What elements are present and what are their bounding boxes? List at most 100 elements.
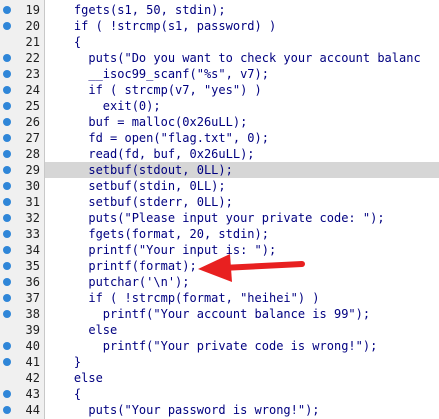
code-text[interactable]: setbuf(stderr, 0LL); [45, 194, 439, 210]
line-number: 41 [25, 355, 40, 369]
breakpoint-dot-icon[interactable] [3, 118, 11, 126]
line-number: 28 [25, 147, 40, 161]
code-text[interactable]: read(fd, buf, 0x26uLL); [45, 146, 439, 162]
code-text[interactable]: printf("Your private code is wrong!"); [45, 338, 439, 354]
line-number: 44 [25, 403, 40, 417]
breakpoint-dot-icon[interactable] [3, 294, 11, 302]
code-text[interactable]: puts("Do you want to check your account … [45, 50, 439, 66]
breakpoint-dot-icon[interactable] [3, 86, 11, 94]
line-number: 40 [25, 339, 40, 353]
code-line[interactable]: 43 { [0, 386, 439, 402]
breakpoint-dot-icon[interactable] [3, 342, 11, 350]
code-line[interactable]: 28 read(fd, buf, 0x26uLL); [0, 146, 439, 162]
code-text[interactable]: if ( !strcmp(s1, password) ) [45, 18, 439, 34]
code-line[interactable]: 22 puts("Do you want to check your accou… [0, 50, 439, 66]
line-number: 35 [25, 259, 40, 273]
code-line[interactable]: 26 buf = malloc(0x26uLL); [0, 114, 439, 130]
line-number: 42 [25, 371, 40, 385]
code-line[interactable]: 31 setbuf(stderr, 0LL); [0, 194, 439, 210]
line-number: 19 [25, 3, 40, 17]
code-text[interactable]: setbuf(stdout, 0LL); [45, 162, 439, 178]
code-text[interactable]: buf = malloc(0x26uLL); [45, 114, 439, 130]
breakpoint-dot-icon[interactable] [3, 182, 11, 190]
code-line[interactable]: 19 fgets(s1, 50, stdin); [0, 2, 439, 18]
breakpoint-dot-icon[interactable] [3, 310, 11, 318]
breakpoint-dot-icon[interactable] [3, 390, 11, 398]
code-text[interactable]: fd = open("flag.txt", 0); [45, 130, 439, 146]
code-line[interactable]: 32 puts("Please input your private code:… [0, 210, 439, 226]
breakpoint-dot-icon[interactable] [3, 278, 11, 286]
code-line[interactable]: 33 fgets(format, 20, stdin); [0, 226, 439, 242]
line-number: 20 [25, 19, 40, 33]
breakpoint-dot-icon[interactable] [3, 70, 11, 78]
code-text[interactable]: puts("Please input your private code: ")… [45, 210, 439, 226]
line-number: 22 [25, 51, 40, 65]
breakpoint-dot-icon[interactable] [3, 102, 11, 110]
breakpoint-dot-icon[interactable] [3, 214, 11, 222]
code-line[interactable]: 38 printf("Your account balance is 99"); [0, 306, 439, 322]
code-line[interactable]: 30 setbuf(stdin, 0LL); [0, 178, 439, 194]
code-line[interactable]: 35 printf(format); [0, 258, 439, 274]
code-text[interactable]: __isoc99_scanf("%s", v7); [45, 66, 439, 82]
code-text[interactable]: exit(0); [45, 98, 439, 114]
code-line[interactable]: 34 printf("Your input is: "); [0, 242, 439, 258]
code-line[interactable]: 39 else [0, 322, 439, 338]
breakpoint-dot-icon[interactable] [3, 406, 11, 414]
breakpoint-dot-icon[interactable] [3, 150, 11, 158]
code-line[interactable]: 44 puts("Your password is wrong!"); [0, 402, 439, 418]
breakpoint-dot-icon[interactable] [3, 166, 11, 174]
code-line[interactable]: 41 } [0, 354, 439, 370]
code-text[interactable]: fgets(s1, 50, stdin); [45, 2, 439, 18]
code-line[interactable]: 21 { [0, 34, 439, 50]
code-text[interactable]: printf("Your input is: "); [45, 242, 439, 258]
breakpoint-dot-icon[interactable] [3, 6, 11, 14]
breakpoint-dot-icon[interactable] [3, 230, 11, 238]
breakpoint-dot-icon[interactable] [3, 246, 11, 254]
code-line[interactable]: 23 __isoc99_scanf("%s", v7); [0, 66, 439, 82]
line-number: 29 [25, 163, 40, 177]
line-number: 33 [25, 227, 40, 241]
line-number: 25 [25, 99, 40, 113]
line-number: 32 [25, 211, 40, 225]
code-editor[interactable]: 19 fgets(s1, 50, stdin); 20 if ( !strcmp… [0, 0, 439, 419]
code-text[interactable]: { [45, 386, 439, 402]
code-text[interactable]: if ( !strcmp(format, "heihei") ) [45, 290, 439, 306]
line-number: 39 [25, 323, 40, 337]
breakpoint-dot-icon[interactable] [3, 22, 11, 30]
code-text[interactable]: { [45, 34, 439, 50]
line-number: 26 [25, 115, 40, 129]
code-text[interactable]: putchar('\n'); [45, 274, 439, 290]
code-line[interactable]: 20 if ( !strcmp(s1, password) ) [0, 18, 439, 34]
line-number: 38 [25, 307, 40, 321]
code-line[interactable]: 42 else [0, 370, 439, 386]
breakpoint-dot-icon[interactable] [3, 198, 11, 206]
line-number: 24 [25, 83, 40, 97]
code-text[interactable]: if ( strcmp(v7, "yes") ) [45, 82, 439, 98]
code-line[interactable]: 40 printf("Your private code is wrong!")… [0, 338, 439, 354]
code-line[interactable]: 27 fd = open("flag.txt", 0); [0, 130, 439, 146]
code-text[interactable]: setbuf(stdin, 0LL); [45, 178, 439, 194]
code-line[interactable]: 25 exit(0); [0, 98, 439, 114]
breakpoint-dot-icon[interactable] [3, 134, 11, 142]
code-line[interactable]: 24 if ( strcmp(v7, "yes") ) [0, 82, 439, 98]
line-number: 31 [25, 195, 40, 209]
code-line[interactable]: 37 if ( !strcmp(format, "heihei") ) [0, 290, 439, 306]
line-number: 34 [25, 243, 40, 257]
line-number: 27 [25, 131, 40, 145]
breakpoint-dot-icon[interactable] [3, 54, 11, 62]
code-text[interactable]: else [45, 322, 439, 338]
line-number: 43 [25, 387, 40, 401]
code-text[interactable]: fgets(format, 20, stdin); [45, 226, 439, 242]
code-line-highlighted[interactable]: 29 setbuf(stdout, 0LL); [0, 162, 439, 178]
line-number: 23 [25, 67, 40, 81]
code-text[interactable]: printf("Your account balance is 99"); [45, 306, 439, 322]
code-line[interactable]: 36 putchar('\n'); [0, 274, 439, 290]
code-text[interactable]: printf(format); [45, 258, 439, 274]
breakpoint-dot-icon[interactable] [3, 358, 11, 366]
line-number: 36 [25, 275, 40, 289]
breakpoint-dot-icon[interactable] [3, 262, 11, 270]
code-text[interactable]: } [45, 354, 439, 370]
line-number: 30 [25, 179, 40, 193]
code-text[interactable]: puts("Your password is wrong!"); [45, 402, 439, 418]
code-text[interactable]: else [45, 370, 439, 386]
